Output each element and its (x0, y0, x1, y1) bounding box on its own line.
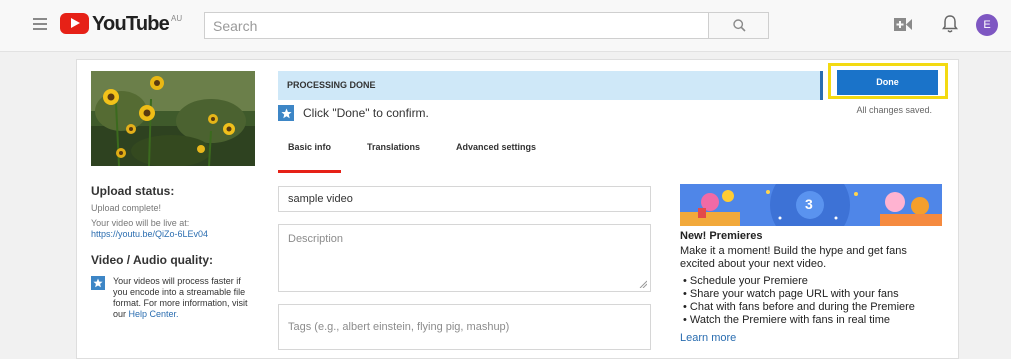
promo-bullets: • Schedule your Premiere • Share your wa… (680, 275, 942, 327)
hamburger-menu-icon[interactable] (33, 18, 47, 30)
quality-title: Video / Audio quality: (91, 253, 214, 267)
banner-number: 3 (805, 196, 813, 212)
quality-tip: Your videos will process faster if you e… (91, 276, 261, 320)
title-input[interactable]: sample video (278, 186, 651, 212)
notifications-bell-icon[interactable] (942, 14, 958, 34)
done-button[interactable]: Done (837, 70, 938, 95)
premieres-promo: 3 New! Premieres Make it a moment! Build… (680, 184, 942, 346)
tab-basic-info[interactable]: Basic info (278, 135, 342, 173)
masthead: YouTube AU Search E (0, 0, 1011, 52)
promo-body: Make it a moment! Build the hype and get… (680, 245, 907, 270)
save-status: All changes saved. (856, 105, 932, 115)
upload-status-title: Upload status: (91, 184, 175, 198)
list-item: • Schedule your Premiere (683, 275, 808, 287)
search-button[interactable] (708, 12, 769, 39)
video-url-link[interactable]: https://youtu.be/QiZo-6LEv04 (91, 229, 261, 239)
star-icon (91, 276, 105, 290)
tab-bar: Basic info Translations Advanced setting… (278, 135, 546, 173)
video-thumbnail[interactable] (91, 71, 255, 166)
upload-card: Upload status: Upload complete! Your vid… (76, 59, 959, 359)
logo-region: AU (170, 14, 183, 23)
youtube-logo[interactable]: YouTube AU (60, 13, 182, 35)
upload-status-text: Upload complete! (91, 203, 162, 213)
description-placeholder: Description (288, 233, 344, 245)
star-icon (278, 105, 294, 121)
list-item: • Share your watch page URL with your fa… (683, 288, 899, 300)
help-center-link[interactable]: Help Center. (129, 309, 179, 319)
upload-status-panel: Upload status: Upload complete! Your vid… (91, 184, 261, 320)
learn-more-link[interactable]: Learn more (680, 332, 736, 344)
resize-handle-icon[interactable] (639, 280, 647, 288)
search-input[interactable]: Search (204, 12, 709, 39)
tags-input[interactable]: Tags (e.g., albert einstein, flying pig,… (278, 304, 651, 350)
confirm-text: Click "Done" to confirm. (303, 106, 429, 120)
create-video-icon[interactable] (894, 18, 912, 31)
live-label: Your video will be live at: (91, 218, 190, 228)
logo-text: YouTube (92, 13, 170, 35)
promo-title: New! Premieres (680, 230, 763, 242)
list-item: • Chat with fans before and during the P… (683, 301, 915, 313)
premieres-banner-image: 3 (680, 184, 942, 226)
play-logo-icon (60, 13, 89, 34)
confirm-row: Click "Done" to confirm. (278, 105, 429, 121)
description-textarea[interactable]: Description (278, 224, 651, 292)
search-icon (733, 19, 746, 32)
processing-banner: PROCESSING DONE (278, 71, 823, 100)
list-item: • Watch the Premiere with fans in real t… (683, 314, 891, 326)
tab-advanced-settings[interactable]: Advanced settings (446, 135, 546, 173)
avatar[interactable]: E (976, 14, 998, 36)
tab-translations[interactable]: Translations (357, 135, 430, 173)
